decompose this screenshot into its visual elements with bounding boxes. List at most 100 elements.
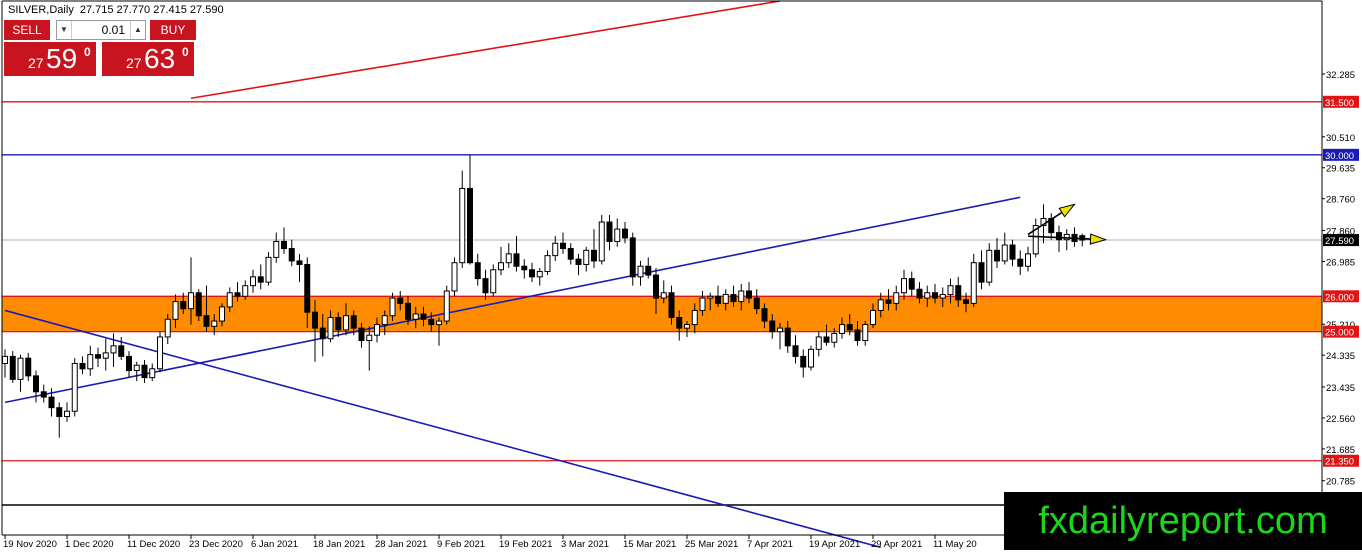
lot-decrease-icon[interactable]: ▼ bbox=[57, 21, 72, 39]
candle-body bbox=[335, 317, 342, 331]
candle bbox=[265, 252, 272, 286]
price-tick-label: 22.560 bbox=[1326, 414, 1355, 425]
candle-body bbox=[133, 364, 140, 372]
candle bbox=[71, 358, 78, 417]
candle-body bbox=[877, 299, 884, 311]
candle-body bbox=[777, 327, 783, 333]
buy-button[interactable]: BUY bbox=[150, 20, 196, 40]
candle-body bbox=[242, 285, 249, 297]
candle-body bbox=[180, 301, 187, 310]
time-tick-label: 9 Feb 2021 bbox=[437, 539, 485, 550]
candle-body bbox=[567, 248, 574, 260]
price-tick: 25.000 bbox=[1323, 325, 1359, 339]
candle-body bbox=[95, 354, 101, 359]
time-tick-label: 7 Apr 2021 bbox=[747, 539, 793, 550]
lot-size-control: ▼ ▲ bbox=[56, 20, 146, 40]
sell-button[interactable]: SELL bbox=[4, 20, 50, 40]
candle-body bbox=[1063, 233, 1070, 241]
candle-body bbox=[738, 290, 745, 303]
candle-body bbox=[645, 265, 652, 276]
candle-body bbox=[529, 269, 535, 278]
candle-body bbox=[668, 292, 675, 319]
candle-body bbox=[257, 276, 264, 283]
candle-body bbox=[978, 262, 985, 283]
time-tick-label: 28 Jan 2021 bbox=[375, 539, 427, 550]
price-tick: 20.785 bbox=[1322, 477, 1355, 488]
candle-body bbox=[707, 295, 714, 299]
candle-body bbox=[870, 309, 876, 326]
candle-body bbox=[405, 302, 411, 320]
candle-body bbox=[854, 329, 861, 341]
price-tick-label: 20.785 bbox=[1326, 477, 1355, 488]
candle-body bbox=[250, 276, 256, 287]
candle-body bbox=[746, 290, 752, 299]
candle-body bbox=[17, 357, 24, 380]
candle-body bbox=[350, 315, 357, 329]
price-tick: 31.500 bbox=[1323, 95, 1359, 109]
price-label-text: 31.500 bbox=[1325, 98, 1354, 109]
candle-body bbox=[126, 355, 132, 372]
price-tick: 26.000 bbox=[1323, 290, 1359, 303]
candle-body bbox=[761, 308, 768, 322]
candle-body bbox=[118, 345, 125, 357]
candle-body bbox=[560, 242, 566, 250]
candle-body bbox=[939, 294, 946, 299]
time-tick-label: 15 Mar 2021 bbox=[623, 539, 676, 550]
candle-body bbox=[1001, 244, 1008, 262]
candle-body bbox=[505, 253, 512, 264]
candle-body bbox=[676, 317, 683, 329]
candle-body bbox=[901, 278, 907, 294]
sell-price-main: 59 bbox=[46, 43, 78, 74]
chart-symbol-info: SILVER,Daily 27.715 27.770 27.415 27.590 bbox=[8, 4, 224, 16]
time-tick-label: 19 Apr 2021 bbox=[809, 539, 860, 550]
price-label-text: 27.590 bbox=[1325, 236, 1354, 247]
sell-price-button[interactable]: 27 59 0 bbox=[4, 42, 96, 76]
candle-body bbox=[699, 297, 706, 311]
time-tick-label: 19 Feb 2021 bbox=[499, 539, 552, 550]
buy-price-button[interactable]: 27 63 0 bbox=[102, 42, 194, 76]
candle bbox=[157, 331, 163, 373]
lot-increase-icon[interactable]: ▲ bbox=[130, 21, 145, 39]
candle-body bbox=[1009, 244, 1016, 260]
price-tick-label: 21.685 bbox=[1326, 445, 1355, 456]
candle-body bbox=[110, 345, 117, 354]
candle-body bbox=[1017, 258, 1024, 267]
candle-body bbox=[885, 299, 892, 304]
time-tick-label: 29 Apr 2021 bbox=[871, 539, 922, 550]
candle-body bbox=[994, 249, 1000, 262]
candle-body bbox=[443, 290, 450, 322]
candle-body bbox=[792, 345, 799, 357]
candle-body bbox=[583, 249, 590, 265]
candle-body bbox=[490, 269, 497, 294]
candle-body bbox=[188, 292, 194, 310]
candle-body bbox=[87, 354, 94, 370]
price-tick-label: 26.985 bbox=[1326, 257, 1355, 268]
candle-body bbox=[281, 240, 287, 250]
candle-body bbox=[172, 301, 179, 320]
candle-body bbox=[552, 242, 559, 257]
candle-body bbox=[381, 315, 388, 326]
candle-body bbox=[157, 336, 163, 370]
candle-body bbox=[79, 362, 86, 370]
candle-body bbox=[397, 297, 404, 304]
candle-body bbox=[40, 391, 47, 398]
lot-size-input[interactable] bbox=[73, 21, 125, 39]
candle-body bbox=[606, 221, 613, 242]
candle-body bbox=[691, 309, 698, 326]
candle-body bbox=[412, 313, 419, 320]
candle-body bbox=[598, 221, 605, 262]
candle-body bbox=[71, 362, 78, 412]
price-tick-label: 29.635 bbox=[1326, 164, 1355, 175]
candle-body bbox=[893, 292, 900, 304]
price-tick: 29.635 bbox=[1322, 164, 1355, 175]
candle-body bbox=[846, 324, 853, 331]
candle-body bbox=[265, 256, 272, 283]
candle-body bbox=[521, 265, 528, 271]
candle-body bbox=[614, 228, 621, 242]
candle-body bbox=[932, 292, 938, 299]
chart-symbol: SILVER,Daily bbox=[8, 4, 74, 16]
candle-body bbox=[389, 297, 396, 317]
candle-body bbox=[575, 258, 582, 265]
candle-body bbox=[769, 320, 776, 333]
candle-body bbox=[149, 368, 156, 379]
